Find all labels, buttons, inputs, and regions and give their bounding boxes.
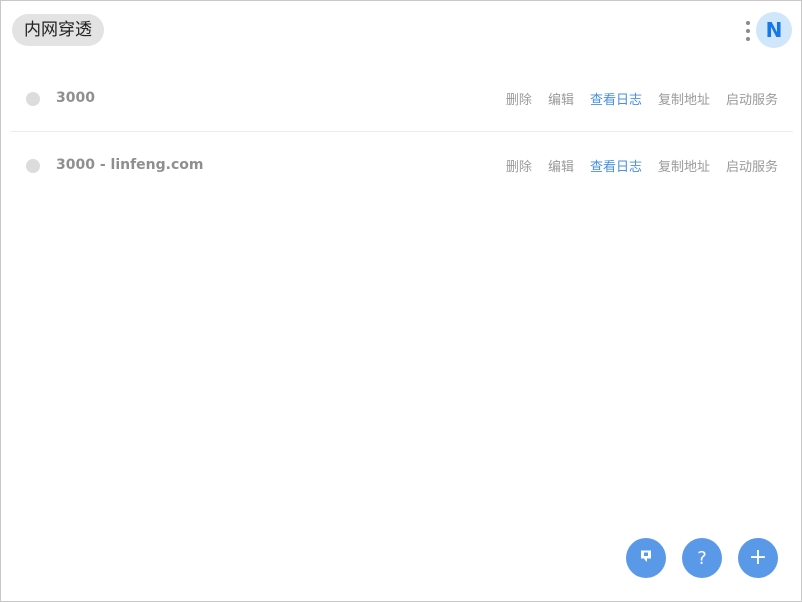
delete-button[interactable]: 删除: [506, 89, 532, 108]
vertical-dots-icon[interactable]: [742, 19, 754, 43]
github-button[interactable]: [626, 538, 666, 578]
app-window: 内网穿透 N 3000 删除 编辑 查看日志 复制地址 启动服务 3000 - …: [0, 0, 802, 602]
status-dot: [26, 92, 40, 106]
avatar[interactable]: N: [756, 12, 792, 48]
view-logs-button[interactable]: 查看日志: [590, 89, 642, 108]
plus-icon: +: [748, 545, 768, 570]
start-service-button[interactable]: 启动服务: [726, 156, 778, 175]
view-logs-button[interactable]: 查看日志: [590, 156, 642, 175]
add-tunnel-button[interactable]: +: [738, 538, 778, 578]
help-button[interactable]: ?: [682, 538, 722, 578]
question-icon: ?: [697, 547, 707, 569]
page-title: 内网穿透: [12, 14, 104, 46]
tunnel-list: 3000 删除 编辑 查看日志 复制地址 启动服务 3000 - linfeng…: [10, 65, 793, 198]
tunnel-row: 3000 删除 编辑 查看日志 复制地址 启动服务: [10, 65, 793, 132]
tunnel-name: 3000: [56, 90, 95, 106]
status-dot: [26, 159, 40, 173]
tunnel-row: 3000 - linfeng.com 删除 编辑 查看日志 复制地址 启动服务: [10, 132, 793, 198]
row-actions: 删除 编辑 查看日志 复制地址 启动服务: [506, 132, 778, 198]
start-service-button[interactable]: 启动服务: [726, 89, 778, 108]
row-actions: 删除 编辑 查看日志 复制地址 启动服务: [506, 65, 778, 131]
copy-address-button[interactable]: 复制地址: [658, 156, 710, 175]
github-icon: [638, 548, 654, 568]
copy-address-button[interactable]: 复制地址: [658, 89, 710, 108]
tunnel-name: 3000 - linfeng.com: [56, 157, 204, 173]
edit-button[interactable]: 编辑: [548, 89, 574, 108]
edit-button[interactable]: 编辑: [548, 156, 574, 175]
delete-button[interactable]: 删除: [506, 156, 532, 175]
